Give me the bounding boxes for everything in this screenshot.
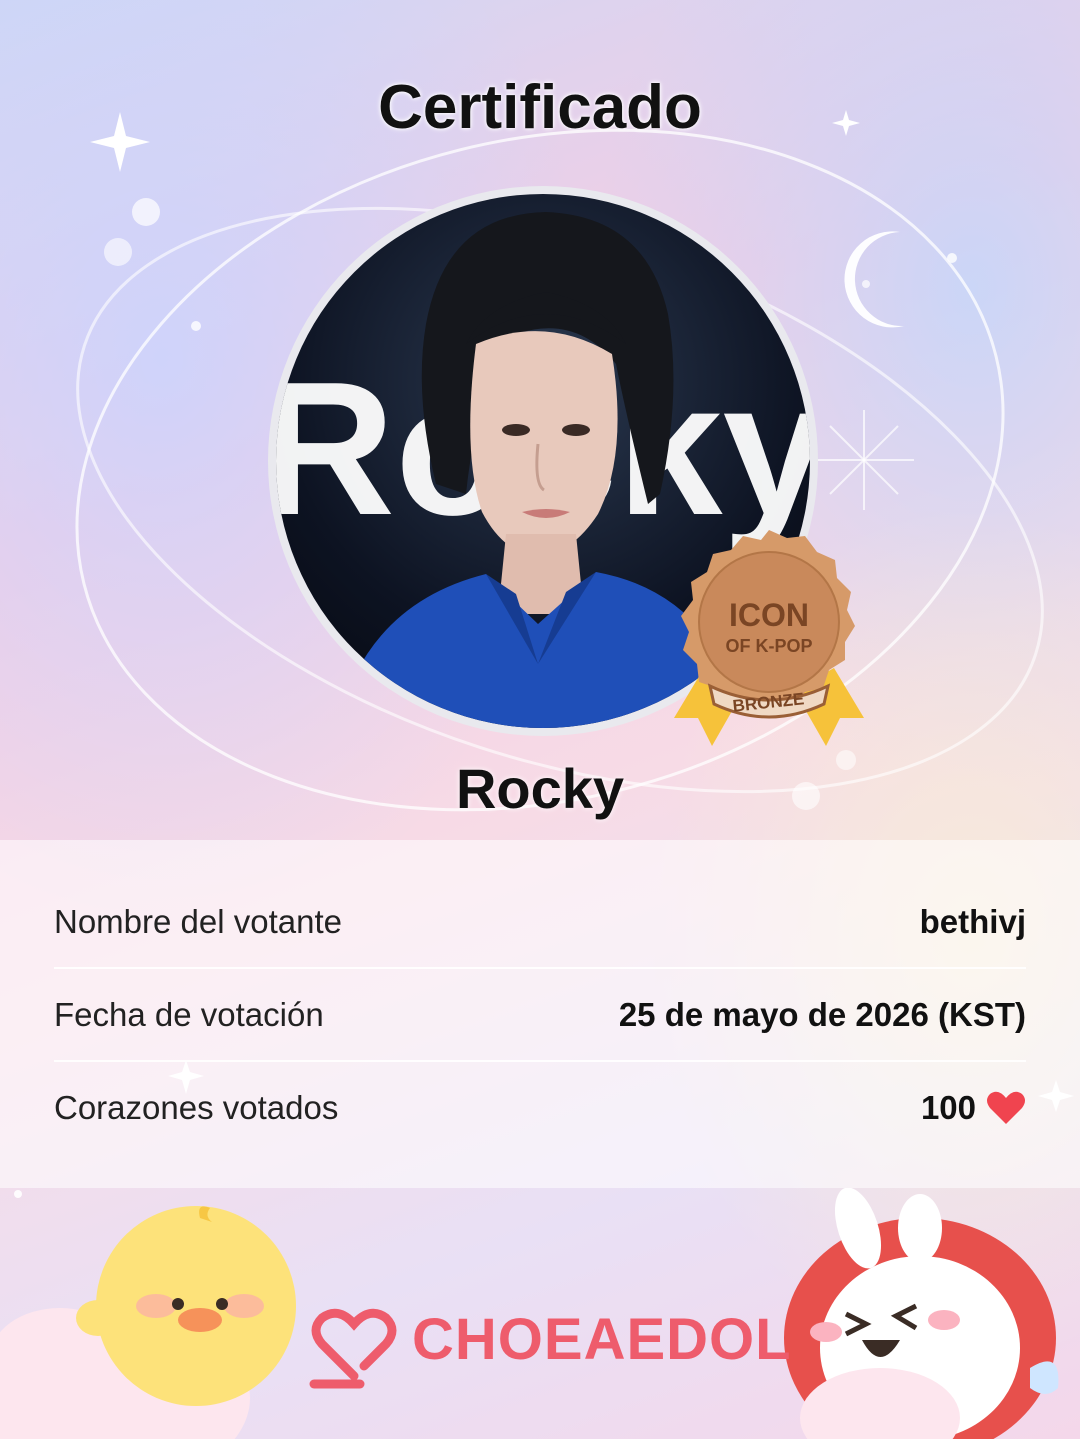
voter-name-value: bethivj (919, 903, 1026, 940)
badge-line1: ICON (729, 597, 809, 633)
brand-logo-icon (309, 1308, 397, 1389)
heart-icon (987, 1091, 1025, 1124)
hearts-value-group: 100 (921, 1089, 1026, 1127)
vote-date-label: Fecha de votación (54, 996, 324, 1033)
hearts-count: 100 (920, 1089, 976, 1126)
idol-name: Rocky (455, 757, 625, 820)
bunny-mascot-icon (784, 1188, 1059, 1439)
voter-name-label: Nombre del votante (54, 903, 342, 940)
brand-name: CHOEAEDOL (412, 1307, 792, 1372)
brand: CHOEAEDOL (412, 1306, 792, 1373)
info-row-hearts: Corazones votados 100 (54, 1062, 1026, 1154)
vote-date-value: 25 de mayo de 2026 (KST) (618, 996, 1026, 1033)
hearts-label: Corazones votados (54, 1089, 339, 1126)
bronze-badge-icon: ICON OF K-POP BRONZE (674, 530, 864, 746)
badge-line2: OF K-POP (725, 636, 812, 656)
info-row-voter: Nombre del votante bethivj (54, 876, 1026, 968)
certificate-title: Certificado (378, 73, 702, 142)
info-row-date: Fecha de votación 25 de mayo de 2026 (KS… (54, 969, 1026, 1061)
moon-icon (844, 231, 904, 328)
